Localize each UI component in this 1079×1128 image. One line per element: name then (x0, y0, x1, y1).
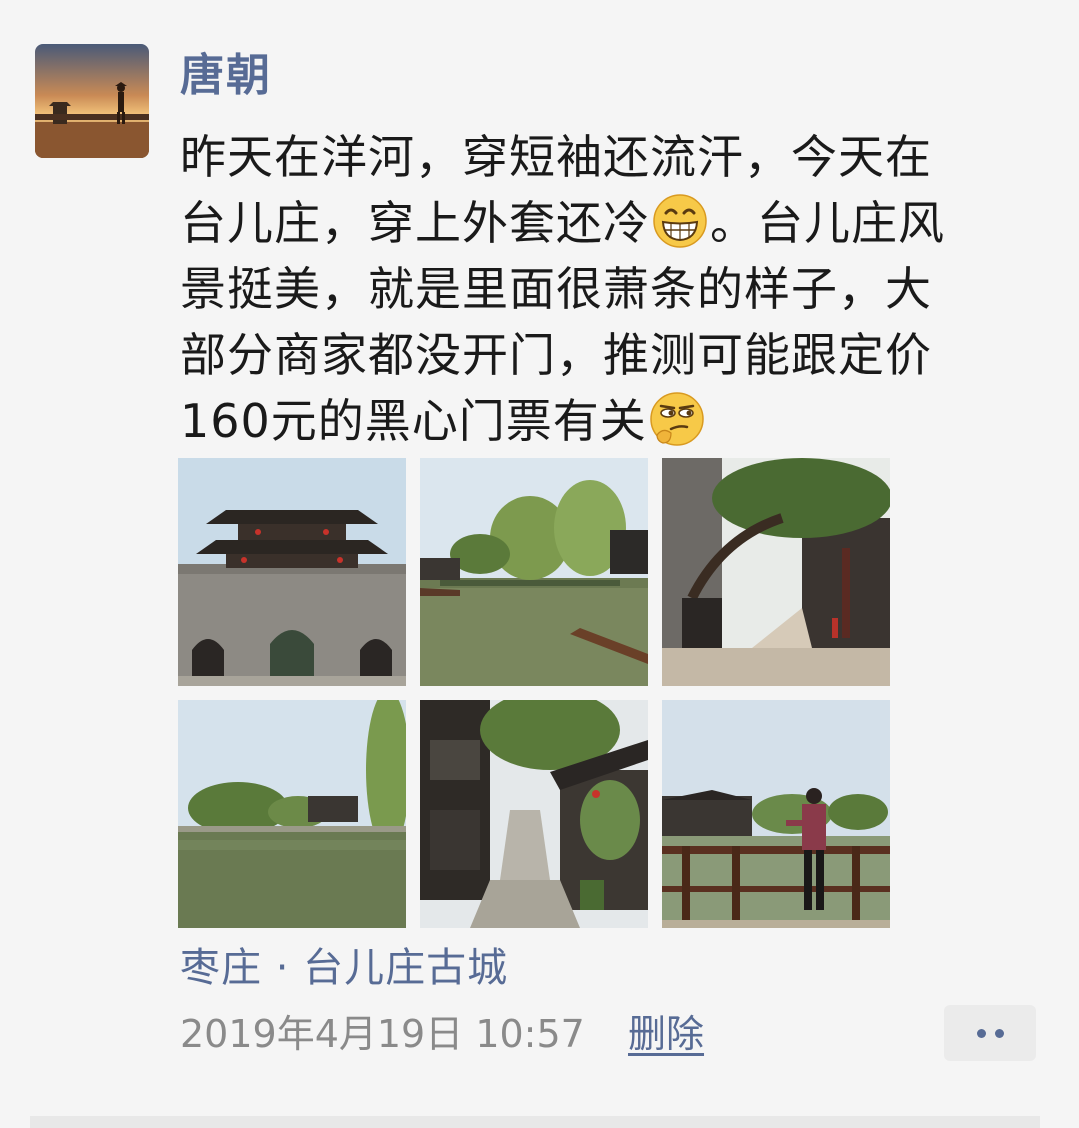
divider (30, 1116, 1040, 1128)
photo-grid (178, 458, 890, 928)
smirking-face-icon (649, 391, 705, 447)
moments-post-card: 唐朝 昨天在洋河，穿短袖还流汗，今天在 台儿庄，穿上外套还冷 。台儿庄风 景挺美… (0, 0, 1079, 1128)
post-text-line: 160元的黑心门票有关 (180, 388, 1060, 454)
post-timestamp: 2019年4月19日 10:57 (180, 1012, 585, 1056)
woman-by-railing-photo[interactable] (662, 700, 890, 928)
lake-with-willows-photo[interactable] (178, 700, 406, 928)
post-text-segment: 160元的黑心门票有关 (180, 394, 647, 448)
more-dot-icon (994, 1028, 1004, 1038)
more-dot-icon (976, 1028, 986, 1038)
delete-button[interactable]: 删除 (628, 1006, 704, 1062)
canal-with-willows-photo[interactable] (420, 458, 648, 686)
author-avatar[interactable] (35, 44, 149, 158)
grinning-face-icon (652, 193, 708, 249)
city-gate-tower-photo[interactable] (178, 458, 406, 686)
post-text-line: 景挺美，就是里面很萧条的样子，大 (180, 262, 932, 316)
post-text-segment: 。台儿庄风 (710, 196, 945, 250)
author-name[interactable]: 唐朝 (180, 44, 272, 108)
post-text-line: 昨天在洋河，穿短袖还流汗，今天在 (180, 130, 932, 184)
post-location[interactable]: 枣庄 · 台儿庄古城 (180, 940, 508, 996)
post-text-segment: 台儿庄，穿上外套还冷 (180, 196, 650, 250)
stone-alley-with-buildings-photo[interactable] (420, 700, 648, 928)
post-text-line: 台儿庄，穿上外套还冷 。台儿庄风 (180, 190, 1060, 256)
more-options-button[interactable] (944, 1005, 1036, 1061)
post-text-line: 部分商家都没开门，推测可能跟定价 (180, 328, 932, 382)
post-text: 昨天在洋河，穿短袖还流汗，今天在 台儿庄，穿上外套还冷 。台儿庄风 景挺美，就是… (180, 124, 1060, 454)
old-street-with-tree-photo[interactable] (662, 458, 890, 686)
